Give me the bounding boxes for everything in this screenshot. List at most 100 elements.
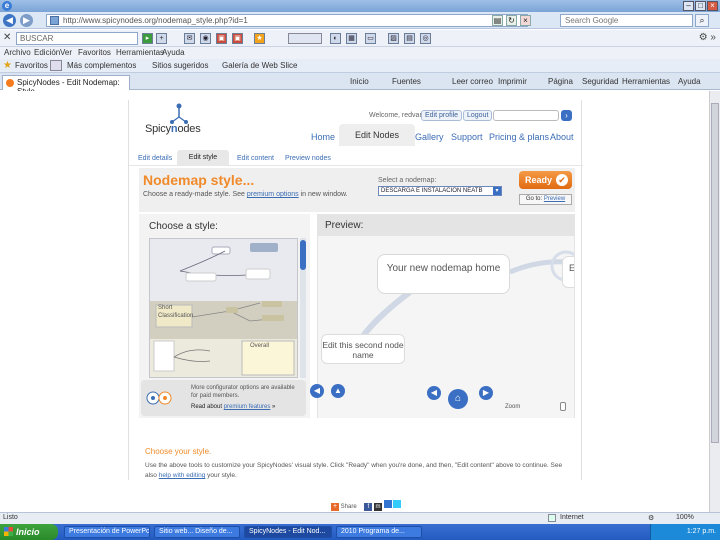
nav-gallery[interactable]: Gallery xyxy=(415,132,444,142)
toolbar-tool-icon-4[interactable]: ▣ xyxy=(232,33,243,44)
menu-herramientas[interactable]: Herramientas xyxy=(116,48,164,57)
toolbar-tool-icon-6[interactable]: ▦ xyxy=(346,33,357,44)
subnav-edit-details[interactable]: Edit details xyxy=(138,155,172,162)
ready-button[interactable]: Ready ✔ xyxy=(519,171,572,189)
cmd-help[interactable]: Ayuda xyxy=(678,77,701,86)
search-icon[interactable]: ⌕ xyxy=(695,14,709,27)
menu-ayuda[interactable]: Ayuda xyxy=(162,48,185,57)
cmd-safety[interactable]: Seguridad xyxy=(582,77,618,86)
page-scrollbar[interactable] xyxy=(709,91,720,512)
toolbar-tool-icon-8[interactable]: ▨ xyxy=(388,33,399,44)
url-field[interactable]: http://www.spicynodes.org/nodemap_style.… xyxy=(46,14,528,27)
subnav-preview-nodes[interactable]: Preview nodes xyxy=(285,155,331,162)
compatibility-icon[interactable]: ▤ xyxy=(492,15,503,26)
style-list-scrollbar[interactable] xyxy=(300,238,306,378)
style-thumbnail-list[interactable]: Short Classification Overall xyxy=(149,238,298,378)
menu-archivo[interactable]: Archivo xyxy=(4,48,31,57)
scrollbar-thumb[interactable] xyxy=(711,103,719,443)
toolbar-wrench-icon[interactable]: ⚙ » xyxy=(699,32,716,43)
delicious-icon[interactable] xyxy=(383,500,392,508)
favorites-star-icon[interactable]: ★ xyxy=(3,60,12,71)
nodemap-preview-canvas[interactable]: Your new nodemap home Edit this second n… xyxy=(318,236,574,418)
node-second[interactable]: Edit this second node name xyxy=(321,334,405,364)
twitter-icon[interactable] xyxy=(393,500,402,508)
cmd-feeds[interactable]: Fuentes xyxy=(392,77,421,86)
toolbar-tool-icon-1[interactable]: ✉ xyxy=(184,33,195,44)
nav-about[interactable]: About xyxy=(550,132,574,142)
premium-features-link[interactable]: premium features xyxy=(224,404,271,410)
subnav-edit-content[interactable]: Edit content xyxy=(237,155,274,162)
myspace-icon[interactable]: m xyxy=(374,503,383,511)
toolbar-options-icon[interactable]: + xyxy=(156,33,167,44)
favorite-link-1[interactable]: Más complementos xyxy=(67,61,136,70)
browser-search-input[interactable]: Search Google xyxy=(560,14,693,27)
toolbar-tool-icon-10[interactable]: ◎ xyxy=(420,33,431,44)
favorite-link-2[interactable]: Sitios sugeridos xyxy=(152,61,208,70)
toolbar-tool-icon-9[interactable]: ▤ xyxy=(404,33,415,44)
toolbar-search-input[interactable]: BUSCAR xyxy=(16,32,138,45)
cmd-tools[interactable]: Herramientas xyxy=(622,77,670,86)
forward-button[interactable]: ▶ xyxy=(20,14,33,27)
subnav-edit-style[interactable]: Edit style xyxy=(177,150,229,166)
toolbar-go-icon[interactable]: ▸ xyxy=(142,33,153,44)
cmd-print[interactable]: Imprimir xyxy=(498,77,527,86)
nav-edit-nodes[interactable]: Edit Nodes xyxy=(339,124,415,146)
minimize-button[interactable]: – xyxy=(683,1,694,11)
toolbar-tool-icon-7[interactable]: ▭ xyxy=(365,33,376,44)
add-favorite-icon[interactable] xyxy=(50,60,62,71)
menu-edicion[interactable]: Edición xyxy=(34,48,60,57)
logout-button[interactable]: Logout xyxy=(463,110,493,121)
preview-back-icon[interactable]: ◀ xyxy=(427,386,441,400)
cmd-mail[interactable]: Leer correo xyxy=(452,77,493,86)
toolbar-tool-icon-3[interactable]: ▣ xyxy=(216,33,227,44)
site-search-go-icon[interactable]: › xyxy=(561,110,572,121)
facebook-icon[interactable]: f xyxy=(364,503,373,511)
menu-favoritos[interactable]: Favoritos xyxy=(78,48,111,57)
refresh-icon[interactable]: ↻ xyxy=(506,15,517,26)
nodemap-select[interactable]: DESCARGA E INSTALACION NEATB ▾ xyxy=(378,186,502,196)
clock[interactable]: 1:27 p.m. xyxy=(687,528,716,535)
preview-up-arrow-icon[interactable]: ▲ xyxy=(331,384,345,398)
edit-profile-button[interactable]: Edit profile xyxy=(421,110,463,121)
site-search-input[interactable] xyxy=(493,110,559,121)
menu-ver[interactable]: Ver xyxy=(60,48,72,57)
premium-options-link[interactable]: premium options xyxy=(247,191,299,198)
toolbar-tool-icon-2[interactable]: ◉ xyxy=(200,33,211,44)
start-button[interactable]: Inicio xyxy=(0,524,58,540)
stop-icon[interactable]: × xyxy=(520,15,531,26)
tab-spicynodes[interactable]: SpicyNodes - Edit Nodemap: Style xyxy=(2,75,130,96)
site-logo[interactable]: Spicynodes xyxy=(145,123,201,135)
taskbar-item-program[interactable]: 2010 Programa de... xyxy=(336,526,422,538)
preview-home-icon[interactable]: ⌂ xyxy=(448,389,468,409)
preview-left-arrow-icon[interactable]: ◀ xyxy=(310,384,324,398)
node-home[interactable]: Your new nodemap home xyxy=(377,254,510,294)
zoom-level[interactable]: 100% xyxy=(676,514,694,521)
preview-forward-icon[interactable]: ▶ xyxy=(479,386,493,400)
nav-support[interactable]: Support xyxy=(451,132,483,142)
toolbar-tool-icon-5[interactable]: ◐ xyxy=(330,33,341,44)
share-plus-icon[interactable]: + xyxy=(331,503,339,511)
toolbar-star-icon[interactable]: ★ xyxy=(254,33,265,44)
style-list-scroll-thumb[interactable] xyxy=(300,240,306,270)
nav-home[interactable]: Home xyxy=(311,132,335,142)
toolbar-dropdown-1[interactable] xyxy=(288,33,322,44)
taskbar-item-powerpoint[interactable]: Presentación de PowerPoint xyxy=(64,526,150,538)
taskbar-item-word[interactable]: Sitio web... Diseño de... xyxy=(154,526,240,538)
cmd-page[interactable]: Página xyxy=(548,77,573,86)
goto-preview[interactable]: Go to: Preview xyxy=(519,194,572,205)
back-button[interactable]: ◀ xyxy=(3,14,16,27)
node-edge-partial[interactable]: Ed xyxy=(562,256,574,288)
cmd-home[interactable]: Inicio xyxy=(350,77,369,86)
nav-pricing[interactable]: Pricing & plans xyxy=(489,132,549,142)
taskbar-item-browser[interactable]: SpicyNodes - Edit Nod... xyxy=(244,526,332,538)
maximize-button[interactable]: □ xyxy=(695,1,706,11)
favorites-label[interactable]: Favoritos xyxy=(15,61,48,70)
share-label[interactable]: Share xyxy=(341,504,357,510)
protected-mode-icon[interactable]: ⚙ xyxy=(648,514,654,522)
zoom-slider[interactable] xyxy=(560,402,566,411)
close-toolbar-icon[interactable]: ✕ xyxy=(3,32,11,43)
close-window-button[interactable]: × xyxy=(707,1,718,11)
goto-preview-link[interactable]: Preview xyxy=(544,196,565,202)
favorite-link-3[interactable]: Galería de Web Slice xyxy=(222,61,297,70)
help-editing-link[interactable]: help with editing xyxy=(159,472,206,479)
